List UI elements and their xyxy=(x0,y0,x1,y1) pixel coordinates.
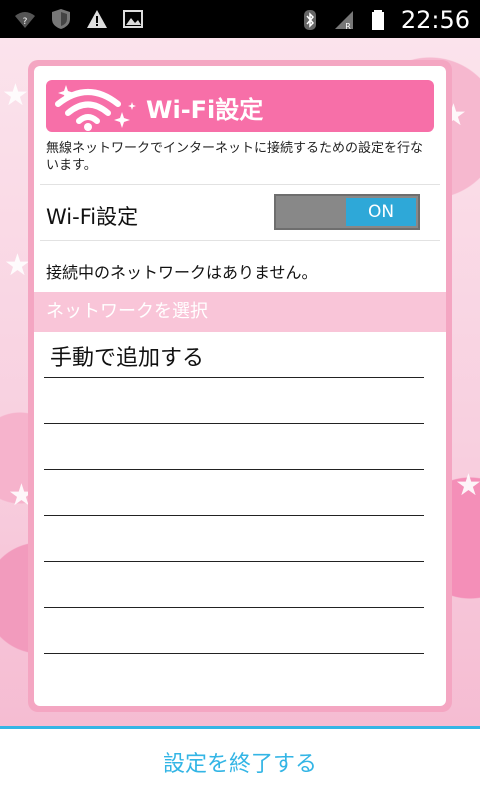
wifi-toggle[interactable]: ON xyxy=(274,194,420,230)
svg-text:R: R xyxy=(345,22,351,31)
star-decoration: ★ xyxy=(4,248,31,283)
list-item[interactable] xyxy=(44,378,424,424)
system-icons: R 22:56 xyxy=(299,6,470,34)
star-decoration: ★ xyxy=(2,78,29,113)
page-title: Wi-Fi設定 xyxy=(146,96,264,124)
divider xyxy=(40,240,440,241)
star-decoration: ★ xyxy=(455,468,480,503)
signal-icon: R xyxy=(334,11,353,31)
wifi-sparkle-icon xyxy=(55,85,136,131)
list-item[interactable] xyxy=(44,608,424,654)
battery-icon xyxy=(371,10,384,30)
card-body: Wi-Fi設定 無線ネットワークでインターネットに接続するための設定を行ないます… xyxy=(34,66,446,706)
network-list: 手動で追加する xyxy=(44,332,424,654)
list-item[interactable] xyxy=(44,424,424,470)
warning-icon xyxy=(87,10,107,28)
network-section-header: ネットワークを選択 xyxy=(34,292,446,332)
title-bar: Wi-Fi設定 xyxy=(46,80,434,132)
finish-settings-button[interactable]: 設定を終了する xyxy=(0,729,480,800)
list-item[interactable] xyxy=(44,516,424,562)
status-bar: ? R 22:56 xyxy=(0,0,480,38)
list-item[interactable] xyxy=(44,470,424,516)
list-item-label: 手動で追加する xyxy=(50,346,205,371)
add-network-manually[interactable]: 手動で追加する xyxy=(44,332,424,378)
connection-status: 接続中のネットワークはありません。 xyxy=(46,263,318,282)
shield-icon xyxy=(52,9,70,29)
list-item[interactable] xyxy=(44,562,424,608)
bottom-bar: 設定を終了する xyxy=(0,726,480,800)
notification-icons: ? xyxy=(14,8,144,30)
wifi-question-icon: ? xyxy=(15,12,35,28)
image-icon xyxy=(123,10,143,28)
page-description: 無線ネットワークでインターネットに接続するための設定を行ないます。 xyxy=(46,141,424,173)
clock: 22:56 xyxy=(400,6,470,34)
divider xyxy=(40,184,440,185)
wifi-setting-label: Wi-Fi設定 xyxy=(46,205,139,229)
svg-text:?: ? xyxy=(23,17,28,27)
bluetooth-icon xyxy=(303,10,316,30)
toggle-state-label: ON xyxy=(346,198,416,226)
wifi-settings-card: Wi-Fi設定 無線ネットワークでインターネットに接続するための設定を行ないます… xyxy=(28,60,452,712)
